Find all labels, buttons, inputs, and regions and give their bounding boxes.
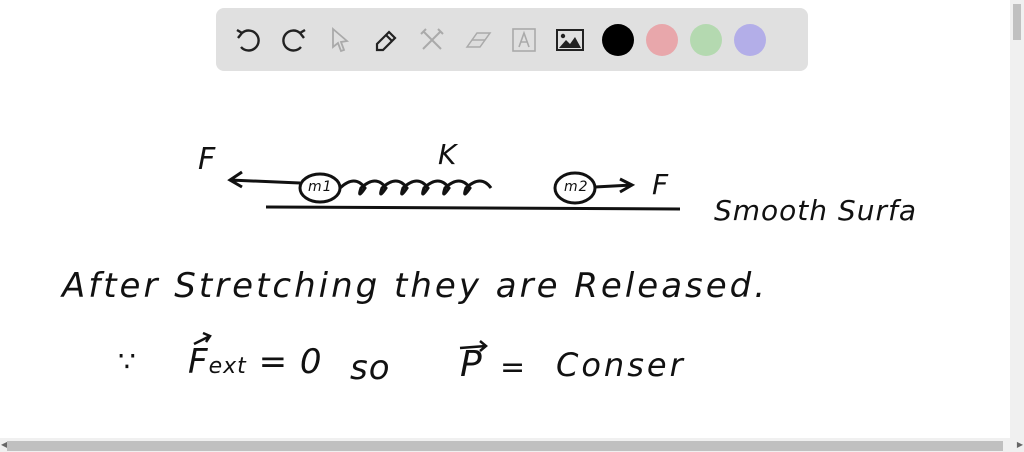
so-text: so bbox=[350, 348, 391, 388]
force-left-label: F bbox=[198, 142, 217, 177]
spring-constant-label: K bbox=[438, 138, 458, 171]
left-force-arrow bbox=[227, 170, 301, 189]
f-letter: F bbox=[188, 342, 209, 382]
p-equals: = bbox=[500, 350, 527, 385]
f-ext-symbol: Fext = 0 bbox=[188, 342, 323, 382]
ext-subscript: ext bbox=[208, 354, 247, 379]
vertical-scroll-thumb[interactable] bbox=[1013, 4, 1021, 40]
surface-label: Smooth Surfa bbox=[714, 194, 917, 227]
mass2-label: m2 bbox=[564, 179, 589, 195]
scroll-right-icon[interactable]: ▶ bbox=[1017, 440, 1023, 449]
spring bbox=[338, 179, 493, 196]
horizontal-scrollbar[interactable]: ◀ ▶ bbox=[0, 438, 1024, 452]
surface-line bbox=[265, 205, 681, 211]
horizontal-scroll-thumb[interactable] bbox=[7, 441, 1003, 451]
force-right-label: F bbox=[652, 168, 670, 201]
released-text: After Stretching they are Released. bbox=[62, 266, 769, 306]
equals-zero: = 0 bbox=[258, 342, 323, 382]
because-symbol: ∵ bbox=[118, 345, 137, 378]
vertical-scrollbar[interactable] bbox=[1010, 0, 1024, 438]
conserved-text: Conser bbox=[556, 346, 686, 384]
p-symbol: P bbox=[460, 344, 483, 385]
right-force-arrow bbox=[594, 177, 636, 194]
mass1-label: m1 bbox=[308, 179, 333, 195]
